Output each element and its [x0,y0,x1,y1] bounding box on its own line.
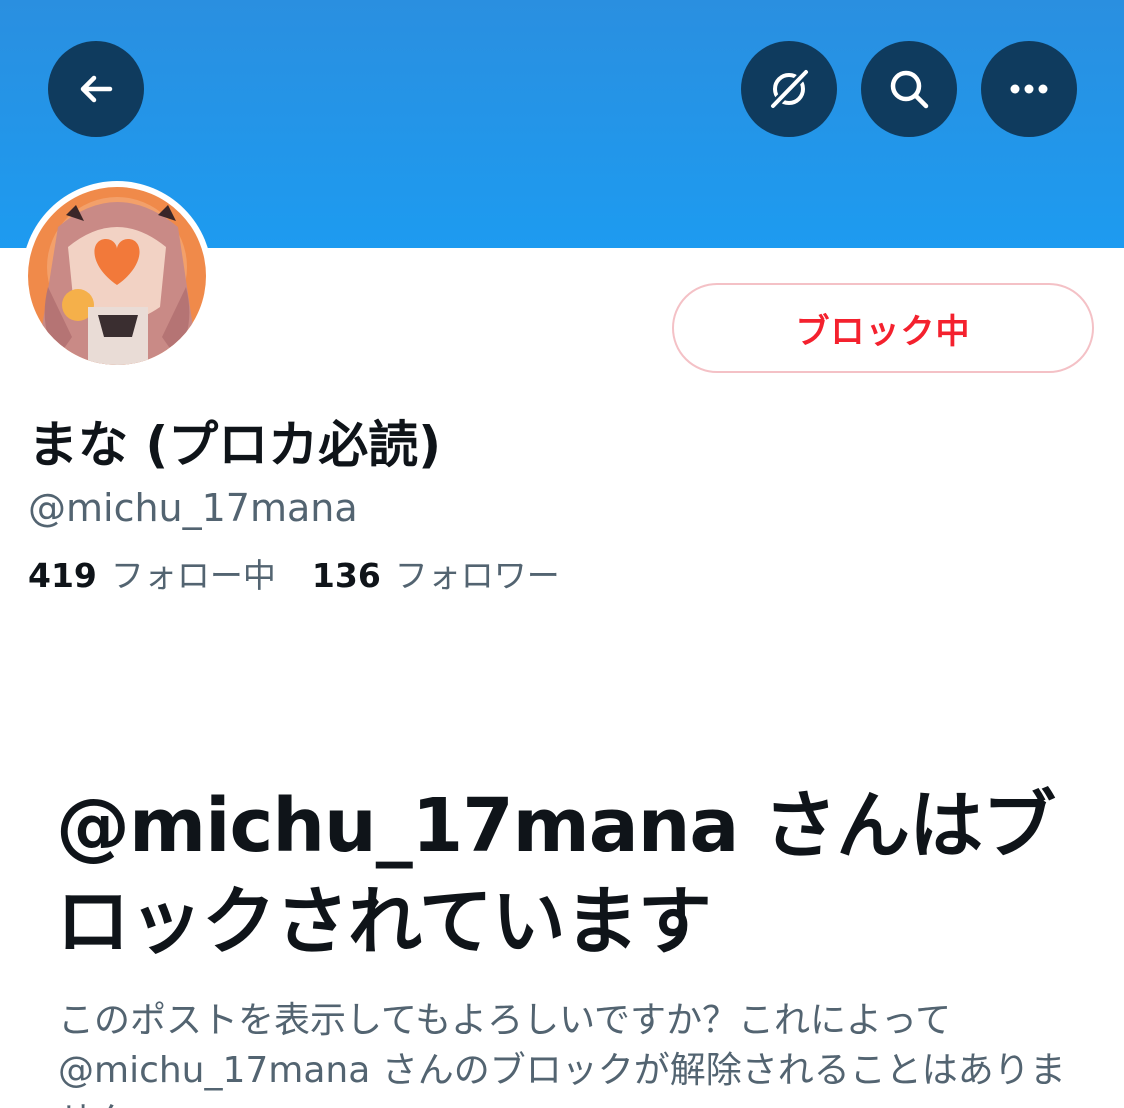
search-button[interactable] [861,41,957,137]
grok-button[interactable] [741,41,837,137]
display-name: まな (プロカ必読) [28,416,442,474]
following-count: 419 [28,556,97,595]
search-icon [890,70,929,109]
blocked-button[interactable]: ブロック中 [672,283,1094,373]
more-horizontal-icon [1010,84,1048,94]
followers-label: フォロワー [394,556,560,595]
followers-link[interactable]: 136 フォロワー [312,549,560,597]
arrow-left-icon [80,75,113,103]
following-link[interactable]: 419 フォロー中 [28,549,276,597]
blocked-notice-title: @michu_17mana さんはブロックされています [56,783,1056,965]
back-button[interactable] [48,41,144,137]
user-handle: @michu_17mana [28,486,358,530]
blocked-notice-description: このポストを表示してもよろしいですか？これによって@michu_17mana さ… [58,1000,1066,1108]
profile-page: ブロック中 まな (プロカ必読) @michu_17mana 419 フォロー中 … [0,0,1124,1108]
followers-count: 136 [311,556,381,595]
avatar-image [28,187,206,365]
following-label: フォロー中 [110,556,276,595]
more-button[interactable] [981,41,1077,137]
follow-stats: 419 フォロー中 136 フォロワー [28,549,560,597]
avatar[interactable] [22,181,212,371]
grok-icon [769,68,810,110]
